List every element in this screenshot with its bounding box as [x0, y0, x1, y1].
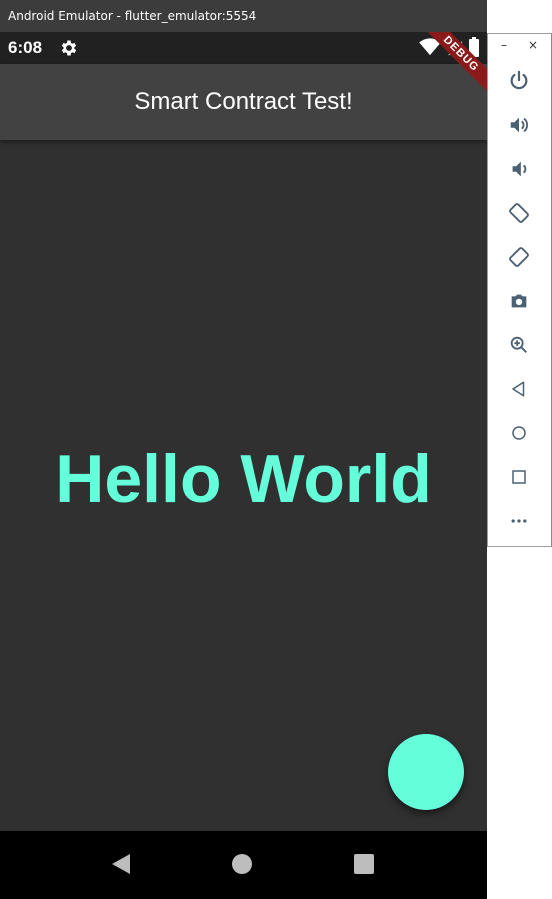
back-icon[interactable] [110, 853, 132, 875]
volume-up-icon [510, 117, 528, 133]
window-titlebar: Android Emulator - flutter_emulator:5554 [0, 0, 487, 32]
settings-gear-icon [61, 40, 77, 56]
camera-icon [511, 294, 527, 308]
power-icon [510, 70, 528, 90]
volume-up-button[interactable] [506, 112, 532, 138]
rotate-left-button[interactable] [506, 200, 532, 226]
app-title: Smart Contract Test! [134, 88, 353, 115]
toolbar-back-button[interactable] [506, 376, 532, 402]
phone-screen: 6:08 Smart Contract Test! DEBUG Hello Wo… [0, 32, 487, 899]
navigation-bar [0, 831, 487, 899]
toolbar-home-button[interactable] [506, 420, 532, 446]
screenshot-button[interactable] [506, 288, 532, 314]
rotate-right-icon [509, 247, 529, 267]
zoom-button[interactable] [506, 332, 532, 358]
emulator-window: Android Emulator - flutter_emulator:5554… [0, 0, 487, 899]
power-button[interactable] [506, 68, 532, 94]
overview-icon[interactable] [354, 854, 374, 874]
close-button[interactable]: × [528, 38, 538, 52]
home-icon [512, 426, 526, 440]
minimize-button[interactable]: – [501, 38, 507, 52]
home-icon[interactable] [232, 854, 252, 874]
status-time: 6:08 [8, 38, 43, 57]
rotate-left-icon [509, 203, 529, 223]
more-button[interactable] [506, 508, 532, 534]
toolbar-overview-button[interactable] [506, 464, 532, 490]
volume-down-button[interactable] [506, 156, 532, 182]
toolbar-window-controls: – × [488, 34, 551, 62]
window-title: Android Emulator - flutter_emulator:5554 [8, 9, 257, 23]
app-bar: Smart Contract Test! [0, 64, 487, 140]
rotate-right-button[interactable] [506, 244, 532, 270]
overview-icon [512, 470, 526, 484]
volume-down-icon [512, 161, 527, 177]
floating-action-button[interactable] [388, 734, 464, 810]
emulator-side-toolbar: – × [487, 33, 552, 547]
more-icon [511, 519, 527, 523]
headline-text: Hello World [55, 441, 432, 517]
status-bar: 6:08 [0, 32, 487, 64]
back-icon [512, 381, 525, 397]
app-body: Hello World [0, 140, 487, 831]
zoom-icon [510, 336, 527, 353]
